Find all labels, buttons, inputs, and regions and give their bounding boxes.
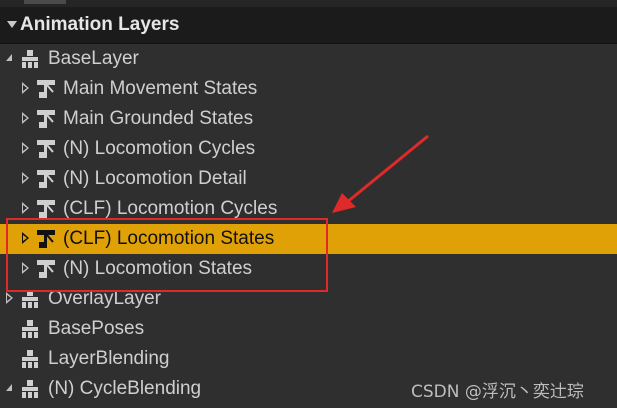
layer-icon bbox=[20, 319, 40, 339]
tree-row-label: Main Grounded States bbox=[63, 108, 254, 129]
layer-icon bbox=[20, 289, 40, 309]
tree-row-layer[interactable]: BaseLayer bbox=[0, 44, 617, 74]
state-machine-icon bbox=[36, 139, 56, 159]
panel-title: Animation Layers bbox=[20, 14, 180, 35]
state-machine-icon bbox=[36, 199, 56, 219]
tree-row-state-machine[interactable]: (N) Locomotion Cycles bbox=[0, 134, 617, 164]
collapsed-arrow-icon[interactable] bbox=[6, 292, 13, 304]
collapsed-arrow-icon[interactable] bbox=[22, 112, 29, 124]
expanded-arrow-icon[interactable] bbox=[6, 54, 12, 61]
tree-row-state-machine[interactable]: (N) Locomotion Detail bbox=[0, 164, 617, 194]
collapsed-arrow-icon[interactable] bbox=[22, 172, 29, 184]
collapsed-arrow-icon[interactable] bbox=[22, 142, 29, 154]
tree-row-layer[interactable]: BasePoses bbox=[0, 314, 617, 344]
collapsed-arrow-icon[interactable] bbox=[22, 82, 29, 94]
tree-row-label: (N) Locomotion Cycles bbox=[63, 138, 256, 159]
tree-row-label: (CLF) Locomotion Cycles bbox=[63, 198, 278, 219]
tree-row-label: (N) CycleBlending bbox=[48, 378, 202, 399]
scrolled-row-stub bbox=[24, 0, 66, 4]
collapse-triangle-icon[interactable] bbox=[7, 21, 17, 28]
tree-row-layer[interactable]: LayerBlending bbox=[0, 344, 617, 374]
tree-row-state-machine[interactable]: Main Movement States bbox=[0, 74, 617, 104]
tree-row-label: Main Movement States bbox=[63, 78, 258, 99]
state-machine-icon bbox=[36, 79, 56, 99]
tree-row-label: (N) Locomotion Detail bbox=[63, 168, 247, 189]
panel-header[interactable]: Animation Layers bbox=[0, 7, 617, 44]
highlight-annotation-box bbox=[6, 218, 328, 292]
layer-icon bbox=[20, 379, 40, 399]
tree-row-label: BaseLayer bbox=[48, 48, 139, 69]
watermark: CSDN @浮沉丶奕辻琮 bbox=[411, 382, 584, 402]
layer-icon bbox=[20, 349, 40, 369]
top-strip bbox=[0, 0, 617, 7]
collapsed-arrow-icon[interactable] bbox=[22, 202, 29, 214]
state-machine-icon bbox=[36, 169, 56, 189]
expanded-arrow-icon[interactable] bbox=[6, 384, 12, 391]
tree-row-state-machine[interactable]: Main Grounded States bbox=[0, 104, 617, 134]
tree-row-label: LayerBlending bbox=[48, 348, 170, 369]
layer-icon bbox=[20, 49, 40, 69]
tree-row-label: BasePoses bbox=[48, 318, 145, 339]
state-machine-icon bbox=[36, 109, 56, 129]
